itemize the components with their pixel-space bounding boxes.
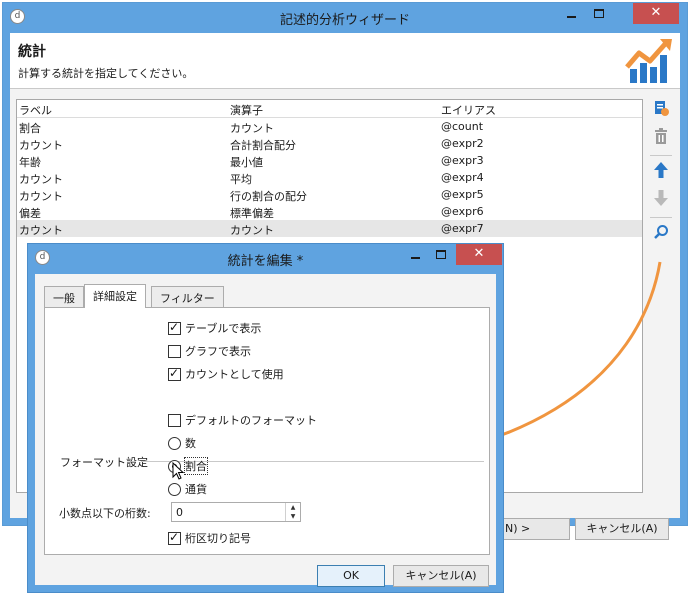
checkbox-unchecked[interactable]	[168, 413, 181, 427]
radio-currency-label: 通貨	[185, 483, 207, 496]
use-as-count-checkbox[interactable]: カウントとして使用	[168, 366, 284, 382]
stepper-down-icon[interactable]: ▼	[286, 512, 300, 521]
dialog-client: 一般 詳細設定 フィルター テーブルで表示 グラフで表示 カウントとして使用 フ…	[35, 274, 496, 587]
default-format-label: デフォルトのフォーマット	[185, 414, 317, 427]
stepper-up-icon[interactable]: ▲	[286, 503, 300, 512]
default-format-checkbox[interactable]: デフォルトのフォーマット	[168, 412, 317, 428]
ok-button[interactable]: OK	[317, 565, 385, 587]
decimals-label-text: 小数点以下の桁数:	[59, 507, 151, 520]
stepper-arrows[interactable]: ▲ ▼	[285, 503, 300, 521]
tab-general[interactable]: 一般	[44, 286, 84, 307]
use-as-count-label: カウントとして使用	[185, 368, 284, 381]
checkbox-checked[interactable]	[168, 320, 181, 335]
show-graph-label: グラフで表示	[185, 345, 251, 358]
show-graph-checkbox[interactable]: グラフで表示	[168, 343, 251, 359]
radio-currency[interactable]: 通貨	[168, 481, 207, 497]
dialog-close-button[interactable]: ✕	[456, 244, 502, 265]
maximize-icon	[436, 250, 446, 259]
checkbox-unchecked[interactable]	[168, 344, 181, 358]
radio-unselected[interactable]	[168, 436, 181, 450]
radio-number-label: 数	[185, 437, 196, 450]
format-section-title: フォーマット設定	[60, 456, 148, 469]
decimals-label: 小数点以下の桁数:	[59, 505, 151, 521]
show-table-label: テーブルで表示	[185, 322, 262, 335]
dialog-maximize-button[interactable]	[427, 244, 455, 265]
dialog-minimize-button[interactable]	[401, 244, 429, 265]
decimals-stepper[interactable]: 0 ▲ ▼	[171, 502, 301, 522]
minimize-icon	[410, 256, 420, 259]
radio-unselected[interactable]	[168, 482, 181, 496]
radio-percent-label: 割合	[184, 457, 208, 475]
show-table-checkbox[interactable]: テーブルで表示	[168, 320, 261, 336]
radio-number[interactable]: 数	[168, 435, 196, 451]
edit-statistic-dialog: d 統計を編集 * ✕ 一般 詳細設定 フィルター テーブルで表示 グラフで表示…	[27, 243, 504, 593]
checkbox-checked[interactable]	[168, 366, 181, 381]
tab-advanced[interactable]: 詳細設定	[84, 284, 146, 308]
advanced-settings-panel: テーブルで表示 グラフで表示 カウントとして使用 フォーマット設定 デフォルトの…	[44, 307, 490, 555]
dialog-titlebar[interactable]: d 統計を編集 * ✕	[28, 244, 503, 272]
thousands-separator-label: 桁区切り記号	[185, 532, 251, 545]
thousands-separator-checkbox[interactable]: 桁区切り記号	[168, 530, 251, 546]
decimals-value[interactable]: 0	[176, 506, 183, 519]
tab-filter[interactable]: フィルター	[151, 286, 224, 307]
mouse-cursor-icon	[172, 462, 185, 480]
dialog-cancel-button[interactable]: キャンセル(A)	[393, 565, 489, 587]
checkbox-checked[interactable]	[168, 530, 181, 545]
